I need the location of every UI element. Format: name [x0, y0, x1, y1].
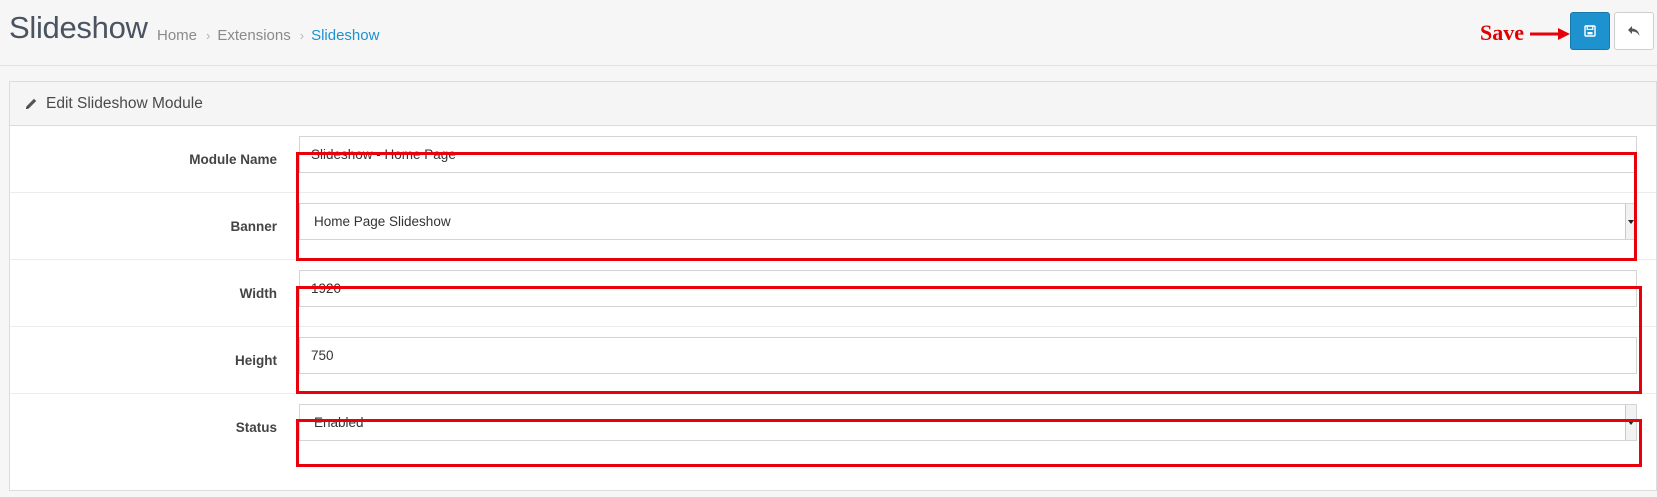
width-input[interactable]: 1920 [299, 270, 1637, 307]
edit-panel: Edit Slideshow Module Module Name Slides… [9, 81, 1657, 491]
floppy-disk-icon [1584, 25, 1596, 37]
save-button[interactable] [1570, 12, 1610, 50]
form-row-width: Width 1920 [10, 260, 1656, 327]
back-button[interactable] [1614, 12, 1654, 50]
breadcrumb-extensions[interactable]: Extensions [217, 27, 290, 44]
status-select[interactable]: Enabled [299, 404, 1637, 441]
status-label: Status [235, 420, 277, 435]
width-label: Width [239, 286, 277, 301]
banner-label: Banner [230, 219, 277, 234]
pencil-icon [26, 98, 37, 109]
page-title: Slideshow [9, 10, 148, 45]
banner-select-value: Home Page Slideshow [314, 214, 451, 229]
breadcrumb-separator: › [206, 28, 211, 43]
height-label: Height [235, 353, 277, 368]
breadcrumb: Home › Extensions › Slideshow [157, 27, 379, 44]
banner-select[interactable]: Home Page Slideshow [299, 203, 1637, 240]
height-input[interactable]: 750 [299, 337, 1637, 374]
chevron-down-icon [1625, 204, 1636, 239]
status-select-value: Enabled [314, 415, 364, 430]
panel-title: Edit Slideshow Module [46, 94, 203, 112]
form-row-banner: Banner Home Page Slideshow [10, 193, 1656, 260]
form-row-height: Height 750 [10, 327, 1656, 394]
breadcrumb-separator: › [299, 28, 305, 43]
form-row-module-name: Module Name Slideshow - Home Page [10, 126, 1656, 193]
breadcrumb-slideshow[interactable]: Slideshow [311, 27, 379, 44]
form-row-status: Status Enabled [10, 394, 1656, 461]
annotation-arrow-icon [1530, 28, 1570, 40]
page-header: Slideshow Home › Extensions › Slideshow … [0, 0, 1657, 66]
module-name-label: Module Name [189, 152, 277, 167]
reply-icon [1628, 26, 1640, 36]
annotation-save-label: Save [1480, 20, 1524, 45]
panel-heading: Edit Slideshow Module [10, 82, 1656, 126]
breadcrumb-home[interactable]: Home [157, 27, 197, 44]
module-name-input[interactable]: Slideshow - Home Page [299, 136, 1637, 173]
chevron-down-icon [1625, 405, 1636, 440]
